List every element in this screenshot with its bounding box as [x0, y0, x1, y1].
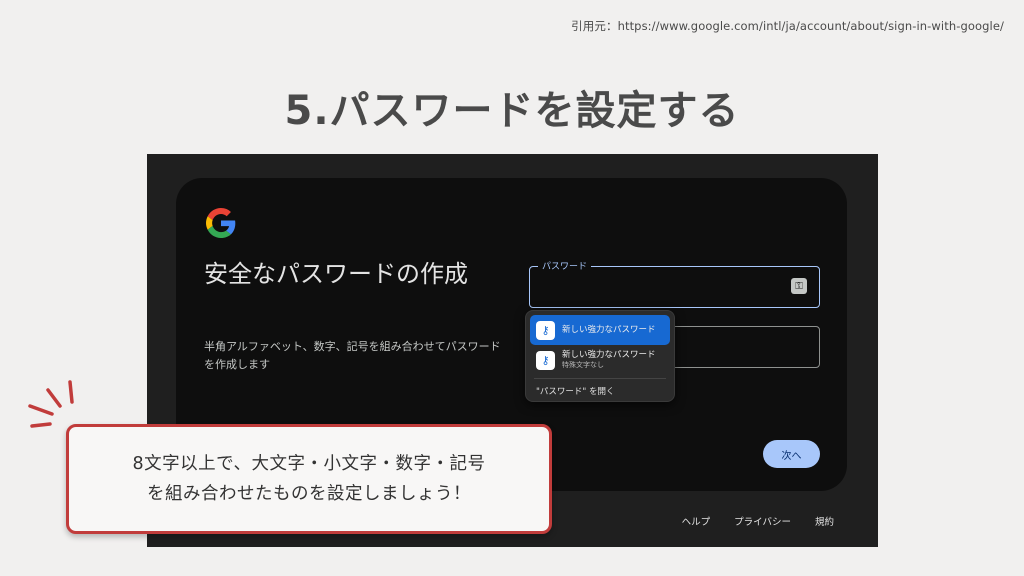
password-suggestion-popup: ⚷ 新しい強力なパスワード ⚷ 新しい強力なパスワード 特殊文字なし "パスワー… — [525, 310, 675, 402]
privacy-link[interactable]: プライバシー — [734, 514, 791, 528]
passwords-app-icon: ⚷ — [536, 350, 555, 370]
terms-link[interactable]: 規約 — [815, 514, 834, 528]
help-link[interactable]: ヘルプ — [682, 514, 711, 528]
google-logo-icon — [206, 208, 236, 238]
password-field[interactable]: パスワード ⚿ — [529, 259, 820, 308]
next-button[interactable]: 次へ — [763, 440, 820, 468]
suggestion-label: 新しい強力なパスワード — [562, 324, 656, 335]
suggestion-no-special-chars[interactable]: ⚷ 新しい強力なパスワード 特殊文字なし — [530, 345, 670, 375]
suggestion-sublabel: 特殊文字なし — [562, 361, 604, 369]
password-label: パスワード — [538, 259, 592, 272]
key-icon[interactable]: ⚿ — [791, 278, 807, 294]
callout-box: 8文字以上で、大文字・小文字・数字・記号 を組み合わせたものを設定しましょう！ — [66, 424, 552, 534]
callout-line-1: 8文字以上で、大文字・小文字・数字・記号 — [132, 454, 486, 474]
suggestion-strong-password[interactable]: ⚷ 新しい強力なパスワード — [530, 315, 670, 345]
passwords-app-icon: ⚷ — [536, 320, 555, 340]
page-description: 半角アルファベット、数字、記号を組み合わせてパスワードを作成します — [204, 340, 501, 371]
footer-links: ヘルプ プライバシー 規約 — [682, 514, 834, 528]
slide-title: 5.パスワードを設定する — [284, 88, 740, 134]
divider — [534, 378, 666, 379]
page-heading: 安全なパスワードの作成 — [204, 260, 468, 288]
open-passwords-link[interactable]: "パスワード" を開く — [530, 382, 670, 400]
citation: 引用元：https://www.google.com/intl/ja/accou… — [571, 19, 1004, 33]
suggestion-label: 新しい強力なパスワード — [562, 350, 656, 360]
callout-line-2: を組み合わせたものを設定しましょう！ — [147, 484, 471, 504]
